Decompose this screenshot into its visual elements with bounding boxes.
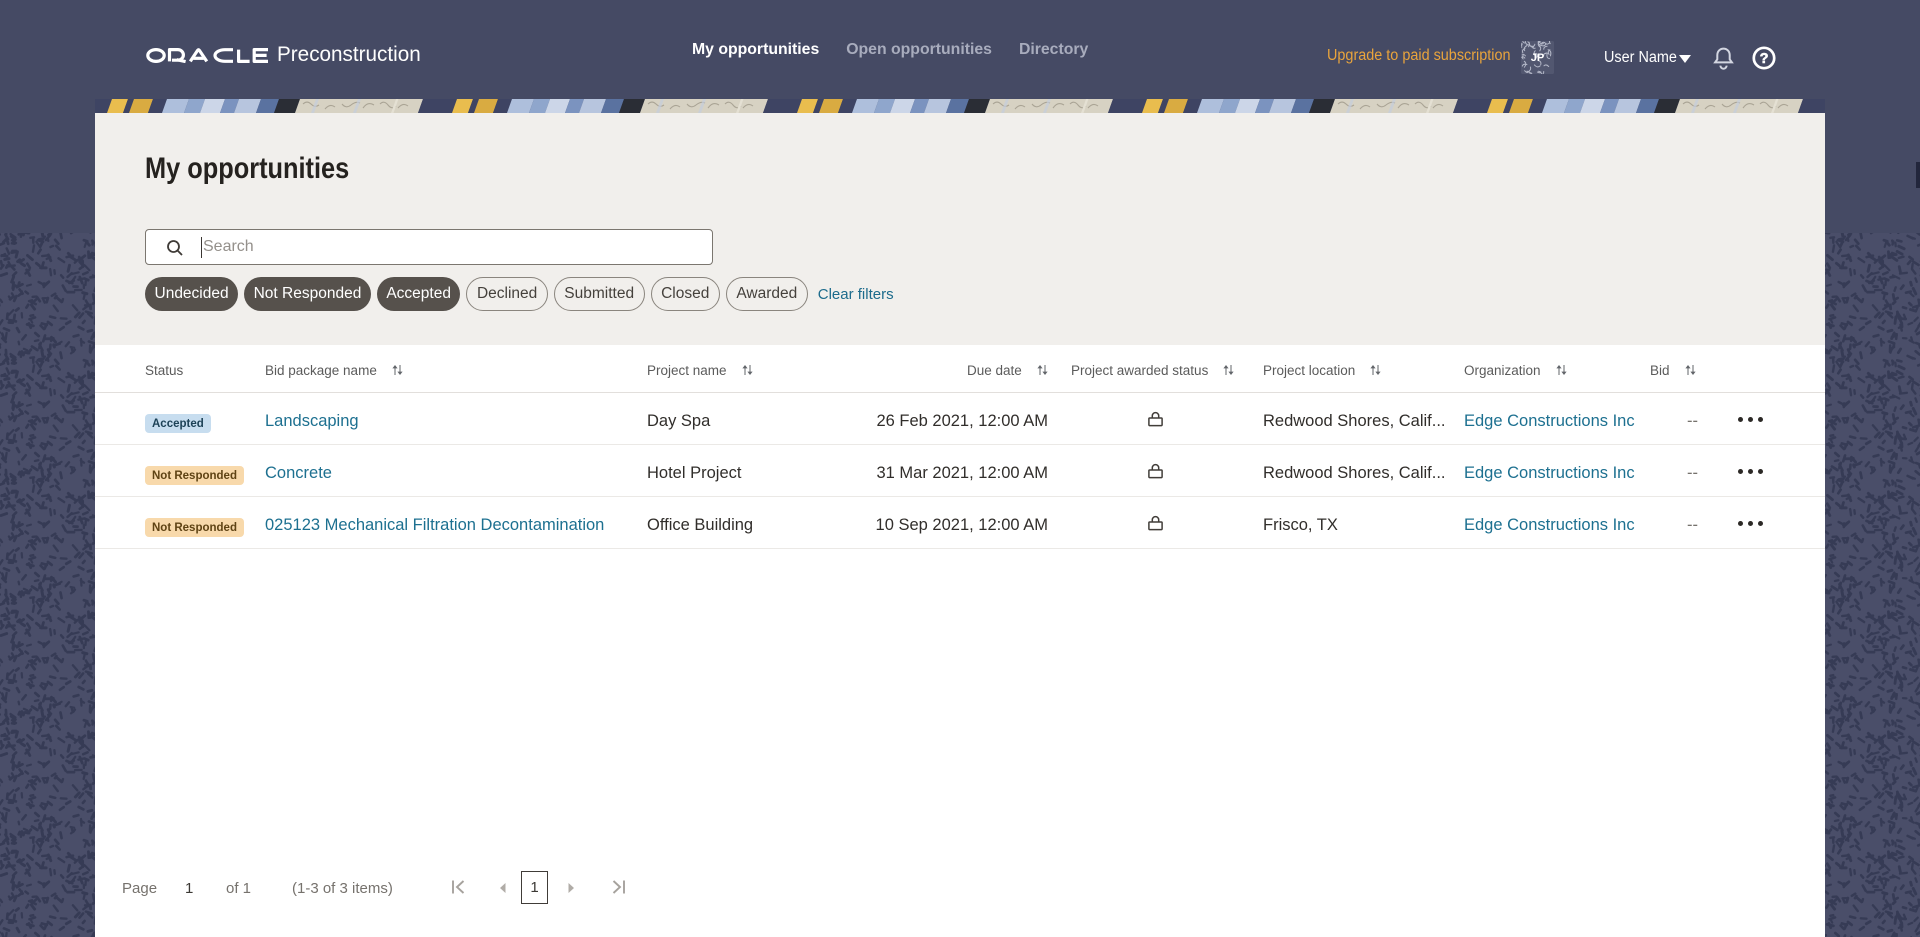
svg-text:?: ? xyxy=(1760,51,1769,67)
